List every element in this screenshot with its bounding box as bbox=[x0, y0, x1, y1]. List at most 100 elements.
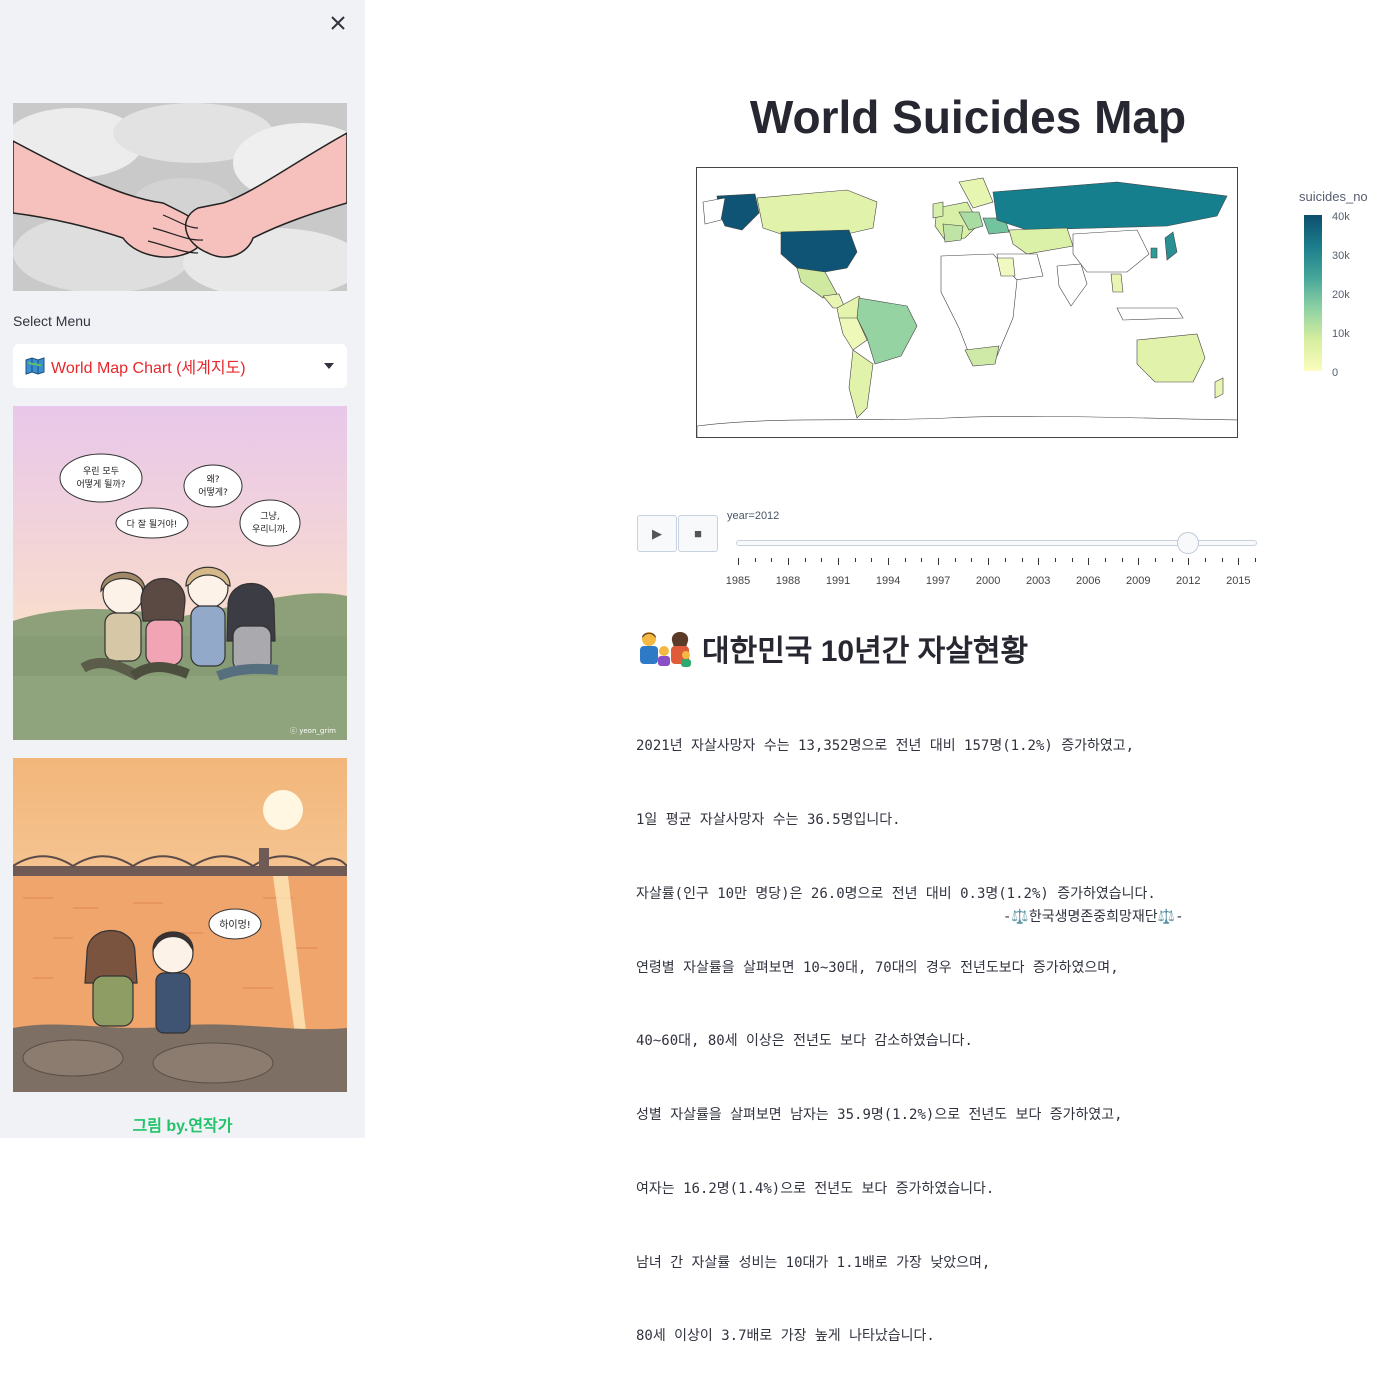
year-slider-ticks bbox=[736, 558, 1257, 570]
close-icon bbox=[331, 16, 345, 30]
year-tick bbox=[888, 558, 890, 565]
paragraph-line: 2021년 자살사망자 수는 13,352명으로 전년 대비 157명(1.2%… bbox=[636, 738, 1135, 755]
region-france bbox=[942, 223, 964, 243]
year-tick-label: 1994 bbox=[875, 575, 901, 587]
paragraph-line: 40~60대, 80세 이상은 전년도 보다 감소하였습니다. bbox=[636, 1033, 973, 1050]
year-tick-label: 2006 bbox=[1075, 575, 1101, 587]
year-tick-label: 2012 bbox=[1176, 575, 1201, 587]
close-sidebar-button[interactable] bbox=[326, 11, 350, 35]
year-tick bbox=[821, 558, 823, 562]
paragraph-line: 80세 이상이 3.7배로 가장 높게 나타났습니다. bbox=[636, 1328, 935, 1345]
year-tick bbox=[804, 558, 806, 562]
section-heading: 대한민국 10년간 자살현황 bbox=[636, 626, 1028, 670]
year-tick-label: 2009 bbox=[1126, 575, 1151, 587]
year-tick bbox=[1004, 558, 1006, 562]
region-china bbox=[1072, 229, 1150, 273]
year-tick bbox=[904, 558, 906, 562]
year-tick bbox=[838, 558, 840, 565]
year-tick bbox=[1221, 558, 1223, 562]
colorbar-title: suicides_no bbox=[1299, 189, 1368, 204]
world-map-svg bbox=[697, 177, 1237, 437]
year-tick bbox=[754, 558, 756, 562]
paragraph-line: 자살률(인구 10만 명당)은 26.0명으로 전년 대비 0.3명(1.2%)… bbox=[636, 885, 1156, 902]
region-argentina bbox=[848, 349, 874, 419]
source-signature: -⚖️한국생명존중희망재단⚖️- bbox=[1003, 909, 1184, 925]
bubble-greeting: 하이멍! bbox=[219, 918, 251, 931]
paragraph-line: 연령별 자살률을 살펴보면 10~30대, 70대의 경우 전년도보다 증가하였… bbox=[636, 959, 1119, 976]
year-slider-handle[interactable] bbox=[1177, 532, 1200, 554]
region-canada bbox=[756, 189, 878, 237]
year-tick bbox=[871, 558, 873, 562]
year-tick bbox=[771, 558, 773, 562]
page-title: World Suicides Map bbox=[749, 91, 1187, 143]
slider-current-label: year=2012 bbox=[727, 510, 780, 522]
year-tick bbox=[788, 558, 790, 565]
year-tick bbox=[921, 558, 923, 562]
year-tick-label: 1985 bbox=[725, 575, 751, 587]
year-tick-label: 2015 bbox=[1226, 575, 1251, 587]
bubble-4-line2: 우리니까. bbox=[252, 524, 288, 535]
colorbar-tick-0: 0 bbox=[1332, 367, 1339, 379]
stop-button[interactable]: ■ bbox=[678, 515, 718, 552]
select-menu-label: Select Menu bbox=[13, 313, 91, 329]
sunset-comic-image: 하이멍! bbox=[13, 758, 347, 1092]
sidebar: Select Menu World Map Chart (세계지도) 우린 모두… bbox=[0, 0, 365, 1138]
colorbar bbox=[1304, 215, 1322, 371]
paragraph-line: 1일 평균 자살사망자 수는 36.5명입니다. bbox=[636, 811, 901, 828]
region-thailand bbox=[1110, 273, 1124, 293]
year-tick bbox=[1104, 558, 1106, 562]
year-tick bbox=[1121, 558, 1123, 562]
year-tick bbox=[938, 558, 940, 565]
play-button[interactable]: ▶ bbox=[637, 515, 677, 552]
colorbar-tick-20k: 20k bbox=[1332, 289, 1350, 301]
year-tick bbox=[988, 558, 990, 565]
region-russia bbox=[992, 181, 1228, 231]
year-tick-label: 1988 bbox=[775, 575, 801, 587]
section-heading-text: 대한민국 10년간 자살현황 bbox=[702, 635, 1029, 668]
year-tick-label: 2000 bbox=[975, 575, 1001, 587]
paragraph-line: 남녀 간 자살률 성비는 10대가 1.1배로 가장 낮았으며, bbox=[636, 1254, 991, 1271]
friends-comic-image: 우린 모두 어떻게 될까? 다 잘 될거야! 왜? 어떻게? 그냥, 우리니까. bbox=[13, 406, 347, 740]
region-kazakhstan bbox=[1008, 227, 1074, 255]
year-tick bbox=[1071, 558, 1073, 562]
year-tick-label: 1997 bbox=[925, 575, 951, 587]
year-tick bbox=[954, 558, 956, 562]
illustration-credit: 그림 by.연작가 bbox=[132, 1118, 233, 1135]
world-map-chart[interactable] bbox=[696, 167, 1238, 438]
main-content: World Suicides Map suicides_no 40k 30k 2… bbox=[365, 0, 1394, 1344]
year-tick bbox=[1204, 558, 1206, 562]
region-brazil bbox=[856, 297, 918, 365]
colorbar-tick-30k: 30k bbox=[1332, 250, 1350, 262]
paragraph-line: 여자는 16.2명(1.4%)으로 전년도 보다 증가하였습니다. bbox=[636, 1180, 995, 1197]
region-south-korea bbox=[1150, 247, 1158, 259]
menu-select[interactable]: World Map Chart (세계지도) bbox=[13, 344, 347, 388]
bubble-2: 다 잘 될거야! bbox=[127, 518, 178, 530]
year-tick bbox=[1255, 558, 1256, 562]
year-tick bbox=[1088, 558, 1090, 565]
region-antarctica bbox=[697, 415, 1237, 437]
bubble-3-line2: 어떻게? bbox=[198, 487, 228, 498]
year-tick bbox=[1238, 558, 1240, 565]
handshake-image bbox=[13, 103, 347, 291]
comic-watermark: ⓒ yeon_grim bbox=[290, 727, 336, 735]
year-tick bbox=[971, 558, 973, 562]
region-indonesia bbox=[1116, 307, 1184, 321]
region-mexico bbox=[796, 267, 838, 299]
region-japan bbox=[1164, 231, 1178, 261]
menu-select-value: World Map Chart (세계지도) bbox=[51, 360, 246, 377]
chevron-down-icon bbox=[324, 363, 334, 369]
region-uk bbox=[932, 201, 944, 219]
bubble-1-line1: 우린 모두 bbox=[83, 466, 119, 477]
family-icon bbox=[640, 632, 691, 667]
year-tick bbox=[1038, 558, 1040, 565]
map-icon bbox=[25, 357, 45, 375]
region-alaska bbox=[702, 197, 726, 225]
year-tick bbox=[1054, 558, 1056, 562]
year-tick-label: 1991 bbox=[825, 575, 851, 587]
region-new-zealand bbox=[1214, 377, 1224, 399]
year-tick bbox=[1171, 558, 1173, 562]
bubble-3-line1: 왜? bbox=[206, 474, 219, 485]
statistics-paragraph: 2021년 자살사망자 수는 13,352명으로 전년 대비 157명(1.2%… bbox=[636, 685, 1156, 1398]
colorbar-tick-10k: 10k bbox=[1332, 328, 1350, 340]
paragraph-line: 성별 자살률을 살펴보면 남자는 35.9명(1.2%)으로 전년도 보다 증가… bbox=[636, 1107, 1123, 1124]
